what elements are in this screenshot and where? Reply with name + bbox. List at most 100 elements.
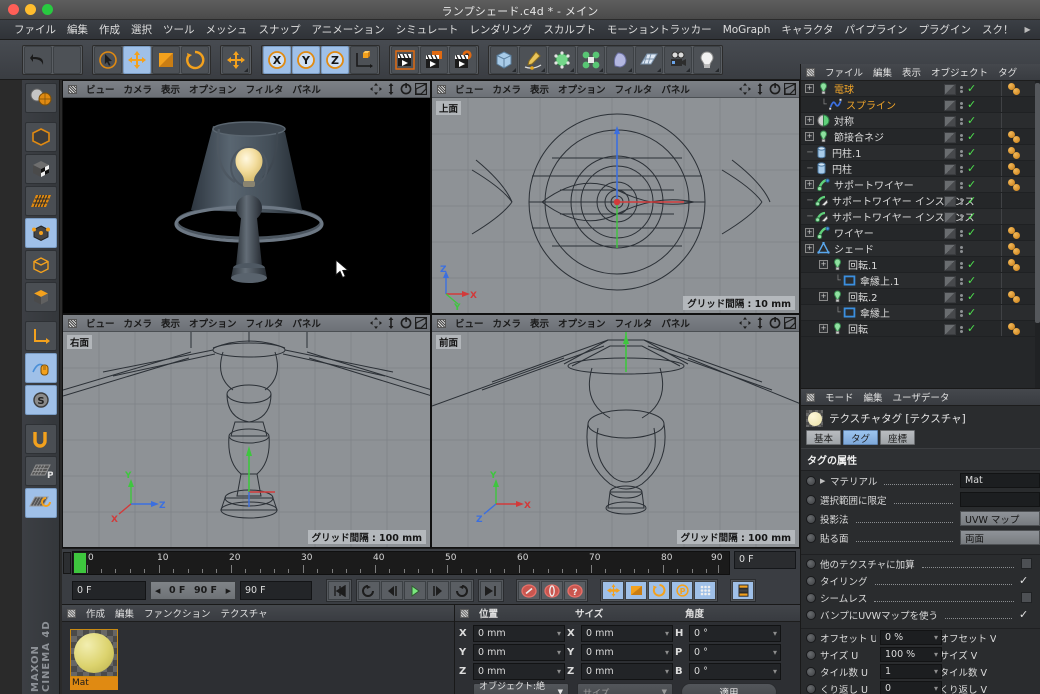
menu-item-simulate[interactable]: シミュレート bbox=[396, 22, 459, 37]
visibility-dots-icon[interactable] bbox=[960, 229, 963, 237]
render-group[interactable] bbox=[389, 44, 479, 75]
object-row[interactable]: + シェード bbox=[801, 241, 1040, 257]
object-name[interactable]: 円柱.1 bbox=[832, 145, 862, 160]
expander-toggle-icon[interactable]: + bbox=[819, 260, 828, 269]
menu-item-render[interactable]: レンダリング bbox=[469, 22, 532, 37]
material-item[interactable]: Mat bbox=[70, 629, 118, 691]
timeline-grip[interactable] bbox=[63, 552, 71, 574]
visibility-square-icon[interactable] bbox=[944, 83, 956, 95]
object-tags[interactable] bbox=[1006, 258, 1036, 272]
vp-menu-filter[interactable]: フィルタ bbox=[615, 316, 653, 330]
attr-value-tiles-u[interactable]: 1 ▾ bbox=[880, 664, 942, 679]
polygon-grid-icon[interactable] bbox=[24, 186, 57, 216]
object-tags[interactable] bbox=[1006, 242, 1036, 256]
position-z-input[interactable]: 0 mm ▾ bbox=[473, 663, 565, 680]
vp-menu-panel[interactable]: パネル bbox=[292, 316, 321, 330]
expander-toggle-icon[interactable]: + bbox=[805, 244, 814, 253]
panel-grip-icon[interactable] bbox=[67, 608, 76, 618]
scale-icon[interactable] bbox=[152, 45, 180, 74]
range-prev-icon[interactable]: ◀ bbox=[155, 587, 160, 595]
enabled-check-icon[interactable]: ✓ bbox=[967, 275, 976, 286]
enabled-check-icon[interactable]: ✓ bbox=[967, 99, 976, 110]
expander-toggle-icon[interactable]: + bbox=[805, 84, 814, 93]
visibility-dots-icon[interactable] bbox=[960, 213, 963, 221]
vp-menu-view[interactable]: ビュー bbox=[455, 82, 484, 96]
timeline-layout-icon[interactable] bbox=[732, 581, 754, 600]
attr-row-uvwbump[interactable]: バンプにUVWマップを使う ✓ bbox=[801, 606, 1040, 623]
om-menu-tag[interactable]: タグ bbox=[998, 65, 1017, 79]
playback-controls[interactable]: 0 F ◀ 0 F 90 F ▶ 90 F ? P bbox=[72, 579, 756, 602]
visibility-square-icon[interactable] bbox=[944, 131, 956, 143]
object-tags[interactable] bbox=[1006, 178, 1036, 192]
vp-menu-filter[interactable]: フィルタ bbox=[615, 82, 653, 96]
visibility-dots-icon[interactable] bbox=[960, 293, 963, 301]
param-toggle-icon[interactable] bbox=[806, 513, 816, 524]
rotate-view-icon[interactable] bbox=[769, 317, 781, 329]
vp-menu-display[interactable]: 表示 bbox=[161, 316, 180, 330]
vp-menu-view[interactable]: ビュー bbox=[86, 82, 115, 96]
cube-icon[interactable] bbox=[490, 45, 518, 74]
camera-icon[interactable] bbox=[664, 45, 692, 74]
object-row[interactable]: └ スプライン ✓ bbox=[801, 97, 1040, 113]
param-toggle-icon[interactable] bbox=[806, 575, 816, 586]
panel-grip-icon[interactable] bbox=[437, 318, 446, 328]
attr-row-restrict[interactable]: 選択範囲に限定 bbox=[801, 490, 1040, 509]
attr-row-mixtextures[interactable]: 他のテクスチャに加算 bbox=[801, 555, 1040, 572]
attr-checkbox-seamless[interactable] bbox=[1021, 592, 1032, 603]
play-icon[interactable] bbox=[404, 581, 426, 600]
coordinates-manager[interactable]: 位置 サイズ 角度 X 0 mm ▾ X 0 mm ▾ H 0 ° ▾ Y 0 mm ▾… bbox=[455, 604, 800, 694]
object-tags[interactable] bbox=[1006, 130, 1036, 144]
current-frame-field[interactable]: 0 F bbox=[72, 581, 146, 600]
object-row[interactable]: └ 傘縁上.1 ✓ bbox=[801, 273, 1040, 289]
move-icon[interactable] bbox=[123, 45, 151, 74]
enabled-check-icon[interactable]: ✓ bbox=[967, 195, 976, 206]
viewport-right[interactable]: ビュー カメラ 表示 オプション フィルタ パネル Y Z X 右面 グリッド間… bbox=[62, 314, 431, 548]
viewport-perspective-canvas[interactable] bbox=[63, 98, 430, 313]
param-toggle-icon[interactable] bbox=[806, 666, 816, 677]
texture-tag-dot-icon[interactable] bbox=[1013, 328, 1020, 335]
viewport-perspective[interactable]: ビュー カメラ 表示 オプション フィルタ パネル bbox=[62, 80, 431, 314]
object-manager-menu[interactable]: ファイル 編集 表示 オブジェクト タグ bbox=[801, 64, 1040, 81]
coordinate-mode-select[interactable]: オブジェクト:絶対▼ bbox=[473, 682, 569, 694]
transport-group[interactable] bbox=[356, 579, 474, 602]
enabled-check-icon[interactable]: ✓ bbox=[967, 323, 976, 334]
expander-toggle-icon[interactable]: + bbox=[819, 324, 828, 333]
param-toggle-icon[interactable] bbox=[806, 532, 816, 543]
menu-item-edit[interactable]: 編集 bbox=[67, 22, 88, 37]
size-x-input[interactable]: 0 mm ▾ bbox=[581, 625, 673, 642]
axis-icon[interactable] bbox=[24, 321, 57, 351]
vp-menu-camera[interactable]: カメラ bbox=[124, 316, 153, 330]
menu-item-plugins[interactable]: プラグイン bbox=[918, 22, 971, 37]
object-tags[interactable] bbox=[1006, 82, 1036, 96]
menu-item-pipeline[interactable]: パイプライン bbox=[844, 22, 907, 37]
visibility-dots-icon[interactable] bbox=[960, 245, 963, 253]
visibility-square-icon[interactable] bbox=[944, 211, 956, 223]
menu-item-mesh[interactable]: メッシュ bbox=[206, 22, 248, 37]
enabled-check-icon[interactable]: ✓ bbox=[967, 307, 976, 318]
zoom-icon[interactable] bbox=[754, 83, 766, 95]
visibility-dots-icon[interactable] bbox=[960, 277, 963, 285]
visibility-dots-icon[interactable] bbox=[960, 149, 963, 157]
visibility-square-icon[interactable] bbox=[944, 179, 956, 191]
scene-icon[interactable] bbox=[635, 45, 663, 74]
goto-start-group[interactable] bbox=[326, 579, 352, 602]
texture-tag-dot-icon[interactable] bbox=[1013, 184, 1020, 191]
material-manager-menu[interactable]: 作成 編集 ファンクション テクスチャ bbox=[62, 605, 454, 622]
menu-item-sculpt[interactable]: スカルプト bbox=[543, 22, 596, 37]
vp-menu-filter[interactable]: フィルタ bbox=[246, 316, 284, 330]
maximize-view-icon[interactable] bbox=[415, 83, 427, 95]
param-toggle-icon[interactable] bbox=[806, 592, 816, 603]
texture-tag-dot-icon[interactable] bbox=[1013, 296, 1020, 303]
texture-tag-dot-icon[interactable] bbox=[1013, 232, 1020, 239]
object-name[interactable]: 回転.1 bbox=[848, 257, 878, 272]
attr-row-side[interactable]: 貼る面 両面 bbox=[801, 528, 1040, 547]
attr-value-repeat-u[interactable]: 0 ▾ bbox=[880, 681, 942, 694]
edge-mode-icon[interactable] bbox=[24, 250, 57, 280]
visibility-dots-icon[interactable] bbox=[960, 309, 963, 317]
attr-row-seamless[interactable]: シームレス bbox=[801, 589, 1040, 606]
record-group[interactable]: ? bbox=[516, 579, 588, 602]
expander-toggle-icon[interactable]: + bbox=[805, 132, 814, 141]
keyframe-selection-icon[interactable]: ? bbox=[564, 581, 586, 600]
visibility-square-icon[interactable] bbox=[944, 115, 956, 127]
enable-axis-icon[interactable] bbox=[24, 353, 57, 383]
